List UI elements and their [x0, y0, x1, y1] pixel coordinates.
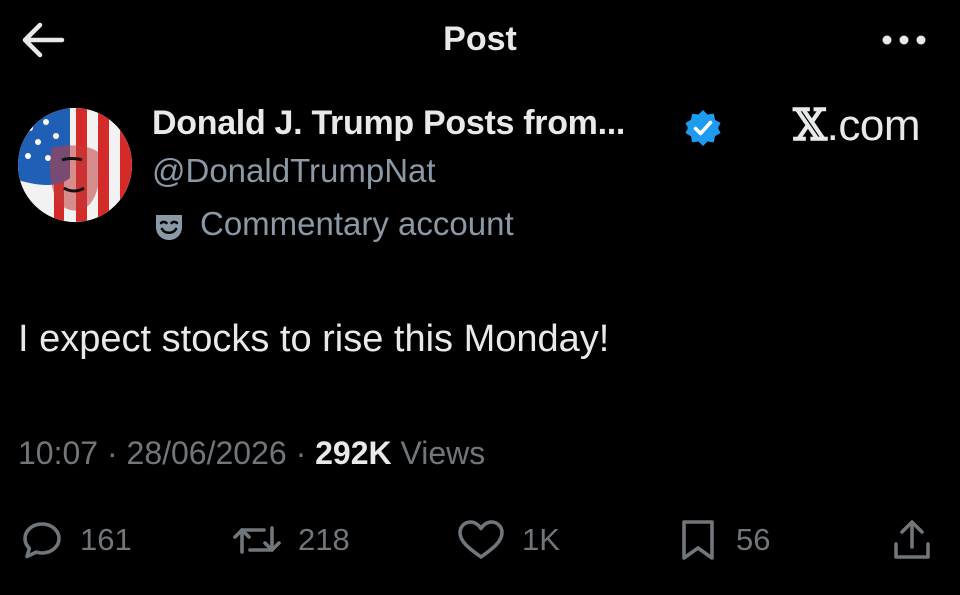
commentary-mask-icon [152, 210, 186, 244]
post-date: 28/06/2026 [126, 435, 287, 471]
meta-separator: · [98, 435, 127, 471]
avatar[interactable] [18, 108, 132, 222]
bookmark-button[interactable]: 56 [676, 510, 770, 570]
more-button[interactable] [878, 22, 930, 58]
reply-button[interactable]: 161 [20, 510, 132, 570]
like-button[interactable]: 1K [456, 510, 560, 570]
heart-icon [458, 520, 504, 559]
post-time: 10:07 [18, 435, 99, 471]
brand-watermark: 𝕏.com [793, 100, 921, 151]
post-meta: 10:07 · 28/06/2026 · 292K Views [18, 435, 485, 472]
meta-separator: · [286, 435, 316, 471]
action-bar: 161 218 1K 56 [0, 510, 960, 570]
account-label: Commentary account [200, 205, 514, 242]
bookmark-count: 56 [736, 522, 771, 557]
views-label: Views [391, 435, 486, 471]
verified-badge-icon [683, 108, 723, 148]
repost-count: 218 [298, 522, 350, 557]
avatar-image [18, 108, 132, 222]
brand-x-letter: 𝕏 [793, 100, 827, 151]
share-button[interactable] [890, 510, 934, 570]
share-icon [894, 520, 930, 559]
author-handle[interactable]: @DonaldTrumpNat [152, 152, 436, 190]
repost-button[interactable]: 218 [232, 510, 350, 570]
repost-icon [233, 526, 281, 554]
like-count: 1K [522, 522, 560, 557]
back-button[interactable] [18, 18, 68, 62]
reply-icon [23, 522, 61, 559]
page-title: Post [443, 20, 517, 58]
more-dots-icon [882, 35, 926, 45]
arrow-left-icon [22, 22, 65, 58]
top-bar: Post [0, 0, 960, 80]
author-name[interactable]: Donald J. Trump Posts from... [152, 104, 625, 143]
brand-suffix: .com [826, 101, 921, 150]
views-count[interactable]: 292K [315, 435, 392, 471]
reply-count: 161 [80, 522, 132, 557]
post-text: I expect stocks to rise this Monday! [18, 318, 610, 360]
bookmark-icon [682, 520, 714, 560]
